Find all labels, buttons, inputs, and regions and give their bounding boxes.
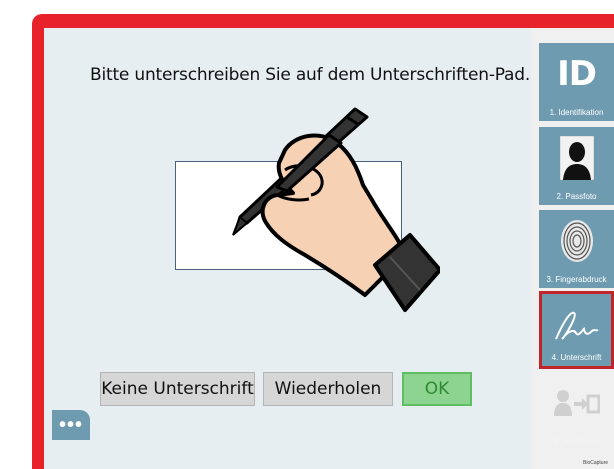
fingerprint-icon	[539, 216, 614, 266]
step-label: 3. Fingerabdruck	[546, 275, 607, 284]
person-transfer-icon	[539, 378, 614, 428]
brand-label: BioCapture	[583, 460, 609, 466]
step-identification[interactable]: ID 1. Identifikation	[539, 43, 614, 121]
passport-photo-icon	[539, 133, 614, 183]
repeat-button[interactable]: Wiederholen	[263, 372, 393, 406]
step-passport-photo[interactable]: 2. Passfoto	[539, 127, 614, 205]
no-signature-button[interactable]: Keine Unterschrift	[100, 372, 255, 406]
hand-pen-icon	[232, 107, 440, 312]
ok-button[interactable]: OK	[402, 372, 472, 406]
step-label: 1. Identifikation	[549, 108, 604, 117]
signature-icon	[542, 300, 611, 350]
step-label: 5. Abschluss	[554, 437, 599, 446]
more-menu-button[interactable]: •••	[52, 410, 90, 440]
step-label: 4. Unterschrift	[551, 353, 602, 362]
step-fingerprint[interactable]: 3. Fingerabdruck	[539, 210, 614, 288]
step-label: 2. Passfoto	[556, 192, 597, 201]
step-completion: 5. Abschluss	[539, 372, 614, 450]
instruction-text: Bitte unterschreiben Sie auf dem Untersc…	[90, 65, 531, 85]
step-signature[interactable]: 4. Unterschrift	[539, 291, 614, 369]
id-card-icon: ID	[557, 54, 597, 94]
